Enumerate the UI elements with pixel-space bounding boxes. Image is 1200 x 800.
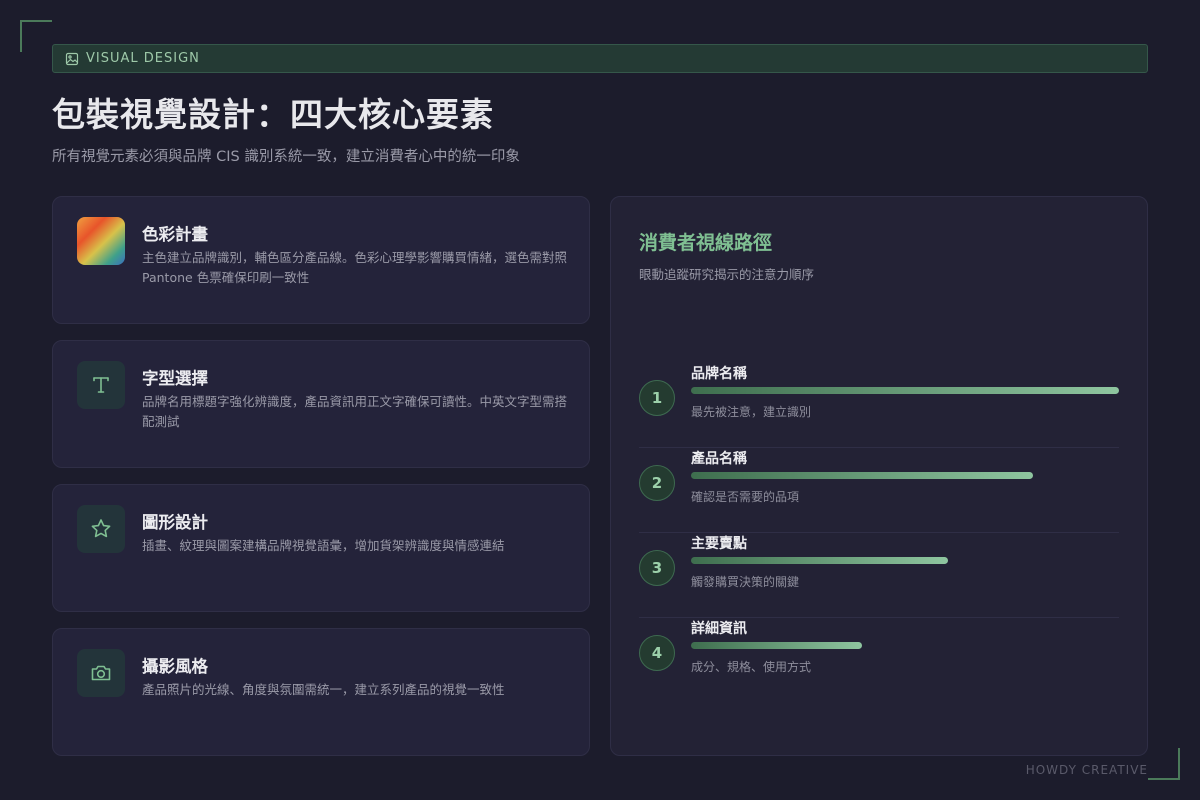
step-description: 成分、規格、使用方式 bbox=[691, 660, 812, 674]
camera-icon bbox=[77, 649, 125, 697]
step-number: 3 bbox=[639, 550, 675, 586]
gaze-step: 1 品牌名稱 最先被注意，建立識別 bbox=[639, 363, 1119, 448]
step-description: 確認是否需要的品項 bbox=[691, 490, 800, 504]
attention-bar bbox=[691, 642, 1119, 649]
typography-icon bbox=[77, 361, 125, 409]
page-subtitle: 所有視覺元素必須與品牌 CIS 識別系統一致，建立消費者心中的統一印象 bbox=[52, 149, 520, 165]
image-icon bbox=[65, 52, 79, 66]
card-graphic-design: 圖形設計 插畫、紋理與圖案建構品牌視覺語彙，增加貨架辨識度與情感連結 bbox=[52, 484, 590, 612]
section-tag: VISUAL DESIGN bbox=[52, 44, 1148, 73]
step-title: 主要賣點 bbox=[691, 536, 747, 552]
step-description: 最先被注意，建立識別 bbox=[691, 405, 812, 419]
star-icon bbox=[77, 505, 125, 553]
footer-brand: HOWDY CREATIVE bbox=[1025, 763, 1148, 777]
step-number: 4 bbox=[639, 635, 675, 671]
card-title: 色彩計畫 bbox=[142, 225, 208, 244]
card-title: 攝影風格 bbox=[142, 657, 208, 676]
attention-bar-fill bbox=[691, 642, 863, 649]
card-description: 插畫、紋理與圖案建構品牌視覺語彙，增加貨架辨識度與情感連結 bbox=[142, 538, 505, 553]
step-title: 品牌名稱 bbox=[691, 366, 747, 382]
card-description: 品牌名用標題字強化辨識度，產品資訊用正文字確保可讀性。中英文字型需搭配測試 bbox=[142, 394, 568, 429]
corner-decoration-bottom-right bbox=[1148, 748, 1180, 780]
gaze-step: 2 產品名稱 確認是否需要的品項 bbox=[639, 448, 1119, 533]
panel-title: 消費者視線路徑 bbox=[639, 232, 773, 254]
step-number: 2 bbox=[639, 465, 675, 501]
gaze-step: 3 主要賣點 觸發購買決策的關鍵 bbox=[639, 533, 1119, 618]
panel-subtitle: 眼動追蹤研究揭示的注意力順序 bbox=[639, 267, 815, 282]
step-number: 1 bbox=[639, 380, 675, 416]
attention-bar bbox=[691, 472, 1119, 479]
color-palette-icon bbox=[77, 217, 125, 265]
card-photography: 攝影風格 產品照片的光線、角度與氛圍需統一，建立系列產品的視覺一致性 bbox=[52, 628, 590, 756]
card-color-plan: 色彩計畫 主色建立品牌識別，輔色區分產品線。色彩心理學影響購買情緒，選色需對照 … bbox=[52, 196, 590, 324]
card-description: 主色建立品牌識別，輔色區分產品線。色彩心理學影響購買情緒，選色需對照 Panto… bbox=[142, 250, 568, 285]
attention-bar-fill bbox=[691, 557, 948, 564]
card-title: 字型選擇 bbox=[142, 369, 208, 388]
gaze-path-panel: 消費者視線路徑 眼動追蹤研究揭示的注意力順序 1 品牌名稱 最先被注意，建立識別… bbox=[610, 196, 1148, 756]
page-title: 包裝視覺設計：四大核心要素 bbox=[52, 95, 494, 134]
step-description: 觸發購買決策的關鍵 bbox=[691, 575, 800, 589]
card-title: 圖形設計 bbox=[142, 513, 208, 532]
attention-bar-fill bbox=[691, 472, 1034, 479]
section-tag-label: VISUAL DESIGN bbox=[86, 51, 200, 66]
gaze-step: 4 詳細資訊 成分、規格、使用方式 bbox=[639, 618, 1119, 703]
attention-bar bbox=[691, 557, 1119, 564]
attention-bar bbox=[691, 387, 1119, 394]
attention-bar-fill bbox=[691, 387, 1119, 394]
step-title: 詳細資訊 bbox=[691, 621, 747, 637]
step-title: 產品名稱 bbox=[691, 451, 747, 467]
card-typography: 字型選擇 品牌名用標題字強化辨識度，產品資訊用正文字確保可讀性。中英文字型需搭配… bbox=[52, 340, 590, 468]
corner-decoration-top-left bbox=[20, 20, 52, 52]
card-description: 產品照片的光線、角度與氛圍需統一，建立系列產品的視覺一致性 bbox=[142, 682, 505, 697]
